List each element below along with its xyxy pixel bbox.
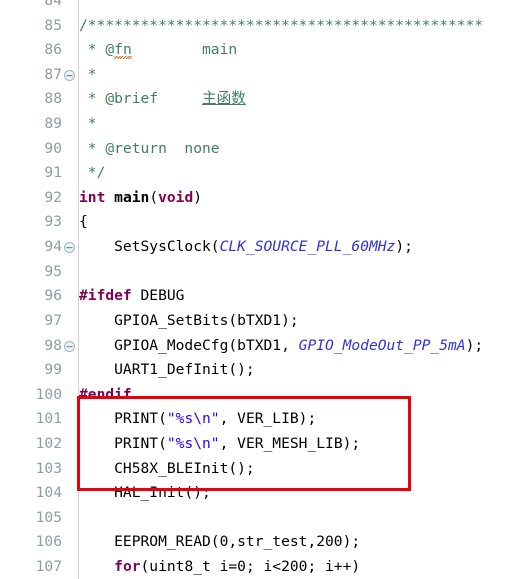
line-number: 97 xyxy=(44,311,62,329)
line-number: 99 xyxy=(44,361,62,379)
line-number: 96 xyxy=(44,287,62,305)
enum-constant-token: CLK_SOURCE_PLL_60MHz xyxy=(219,238,396,256)
line-content[interactable]: /***************************************… xyxy=(79,14,483,39)
keyword-token: for xyxy=(114,558,141,576)
line-number: 102 xyxy=(35,434,62,452)
line-number: 93 xyxy=(44,213,62,231)
line-content[interactable]: * @return none xyxy=(79,137,220,162)
line-content[interactable]: #ifdef DEBUG xyxy=(79,284,184,309)
code-editor[interactable]: 84 85 /*********************************… xyxy=(0,0,511,579)
comment-cjk-token: 主函数 xyxy=(202,90,246,108)
comment-token: main xyxy=(131,41,238,59)
line-content[interactable]: PRINT("%s\n", VER_MESH_LIB); xyxy=(79,432,360,457)
line-number: 91 xyxy=(44,164,62,182)
line-content[interactable]: * @brief 主函数 xyxy=(79,87,246,112)
keyword-token: int xyxy=(79,188,106,206)
line-content[interactable]: CH58X_BLEInit(); xyxy=(79,457,255,482)
line-number: 103 xyxy=(35,459,62,477)
line-content[interactable]: GPIOA_ModeCfg(bTXD1, GPIO_ModeOut_PP_5mA… xyxy=(79,334,483,359)
preprocessor-token: #endif xyxy=(79,385,132,403)
fold-collapse-icon[interactable] xyxy=(63,186,76,254)
comment-token: /***************************************… xyxy=(79,16,484,34)
comment-token: * @ xyxy=(79,41,115,59)
line-number: 86 xyxy=(44,41,62,59)
line-content[interactable]: int main(void) xyxy=(79,186,202,211)
line-number: 92 xyxy=(44,188,62,206)
comment-token: * @return none xyxy=(79,139,220,157)
line-number: 90 xyxy=(44,139,62,157)
line-content[interactable]: for(uint8_t i=0; i<200; i++) xyxy=(79,555,360,579)
fold-collapse-icon[interactable] xyxy=(63,555,76,579)
line-content[interactable]: SetSysClock(CLK_SOURCE_PLL_60MHz); xyxy=(79,235,413,260)
string-token: "%s\n" xyxy=(166,434,220,452)
line-number: 95 xyxy=(44,262,62,280)
line-content[interactable]: { xyxy=(79,210,88,235)
line-content[interactable]: * xyxy=(79,112,97,137)
line-number: 88 xyxy=(44,90,62,108)
statement-token: HAL_Init(); xyxy=(79,484,211,502)
line-content[interactable]: #endif xyxy=(79,383,132,408)
line-number: 106 xyxy=(35,533,62,551)
gutter-separator xyxy=(77,0,79,579)
line-number: 101 xyxy=(35,410,62,428)
statement-token: EEPROM_READ(0,str_test,200); xyxy=(79,533,361,551)
line-content[interactable]: HAL_Init(); xyxy=(79,481,211,506)
comment-token: */ xyxy=(79,164,106,182)
fold-collapse-icon[interactable] xyxy=(63,14,76,81)
statement-token: UART1_DefInit(); xyxy=(79,361,255,379)
spellcheck-token: fn xyxy=(114,41,132,59)
comment-token: * @brief xyxy=(79,90,203,108)
line-content[interactable]: */ xyxy=(79,161,106,186)
comment-token: * xyxy=(79,115,97,133)
line-number: 98 xyxy=(44,336,62,354)
preprocessor-token: #ifdef xyxy=(79,287,132,305)
comment-token: * xyxy=(79,65,97,83)
line-content[interactable]: PRINT("%s\n", VER_LIB); xyxy=(79,407,316,432)
line-number: 94 xyxy=(44,238,62,256)
brace-token: { xyxy=(79,213,88,231)
line-content[interactable]: * xyxy=(79,63,97,88)
function-name-token: main xyxy=(114,188,150,206)
keyword-token: void xyxy=(158,188,194,206)
line-number: 85 xyxy=(44,16,62,34)
string-token: "%s\n" xyxy=(166,410,220,428)
line-content[interactable]: UART1_DefInit(); xyxy=(79,358,255,383)
fold-collapse-icon[interactable] xyxy=(63,284,76,352)
line-number: 87 xyxy=(44,65,62,83)
statement-token: GPIOA_SetBits(bTXD1); xyxy=(79,311,299,329)
line-content[interactable]: EEPROM_READ(0,str_test,200); xyxy=(79,530,360,555)
line-number: 100 xyxy=(35,385,62,403)
line-content[interactable]: * @fn main xyxy=(79,38,237,63)
enum-constant-token: GPIO_ModeOut_PP_5mA xyxy=(298,336,466,354)
line-number: 107 xyxy=(35,558,62,576)
statement-token: CH58X_BLEInit(); xyxy=(79,459,255,477)
line-number: 105 xyxy=(35,508,62,526)
line-number: 84 xyxy=(44,0,62,9)
line-number: 104 xyxy=(35,484,62,502)
line-content[interactable]: GPIOA_SetBits(bTXD1); xyxy=(79,309,299,334)
line-number: 89 xyxy=(44,115,62,133)
